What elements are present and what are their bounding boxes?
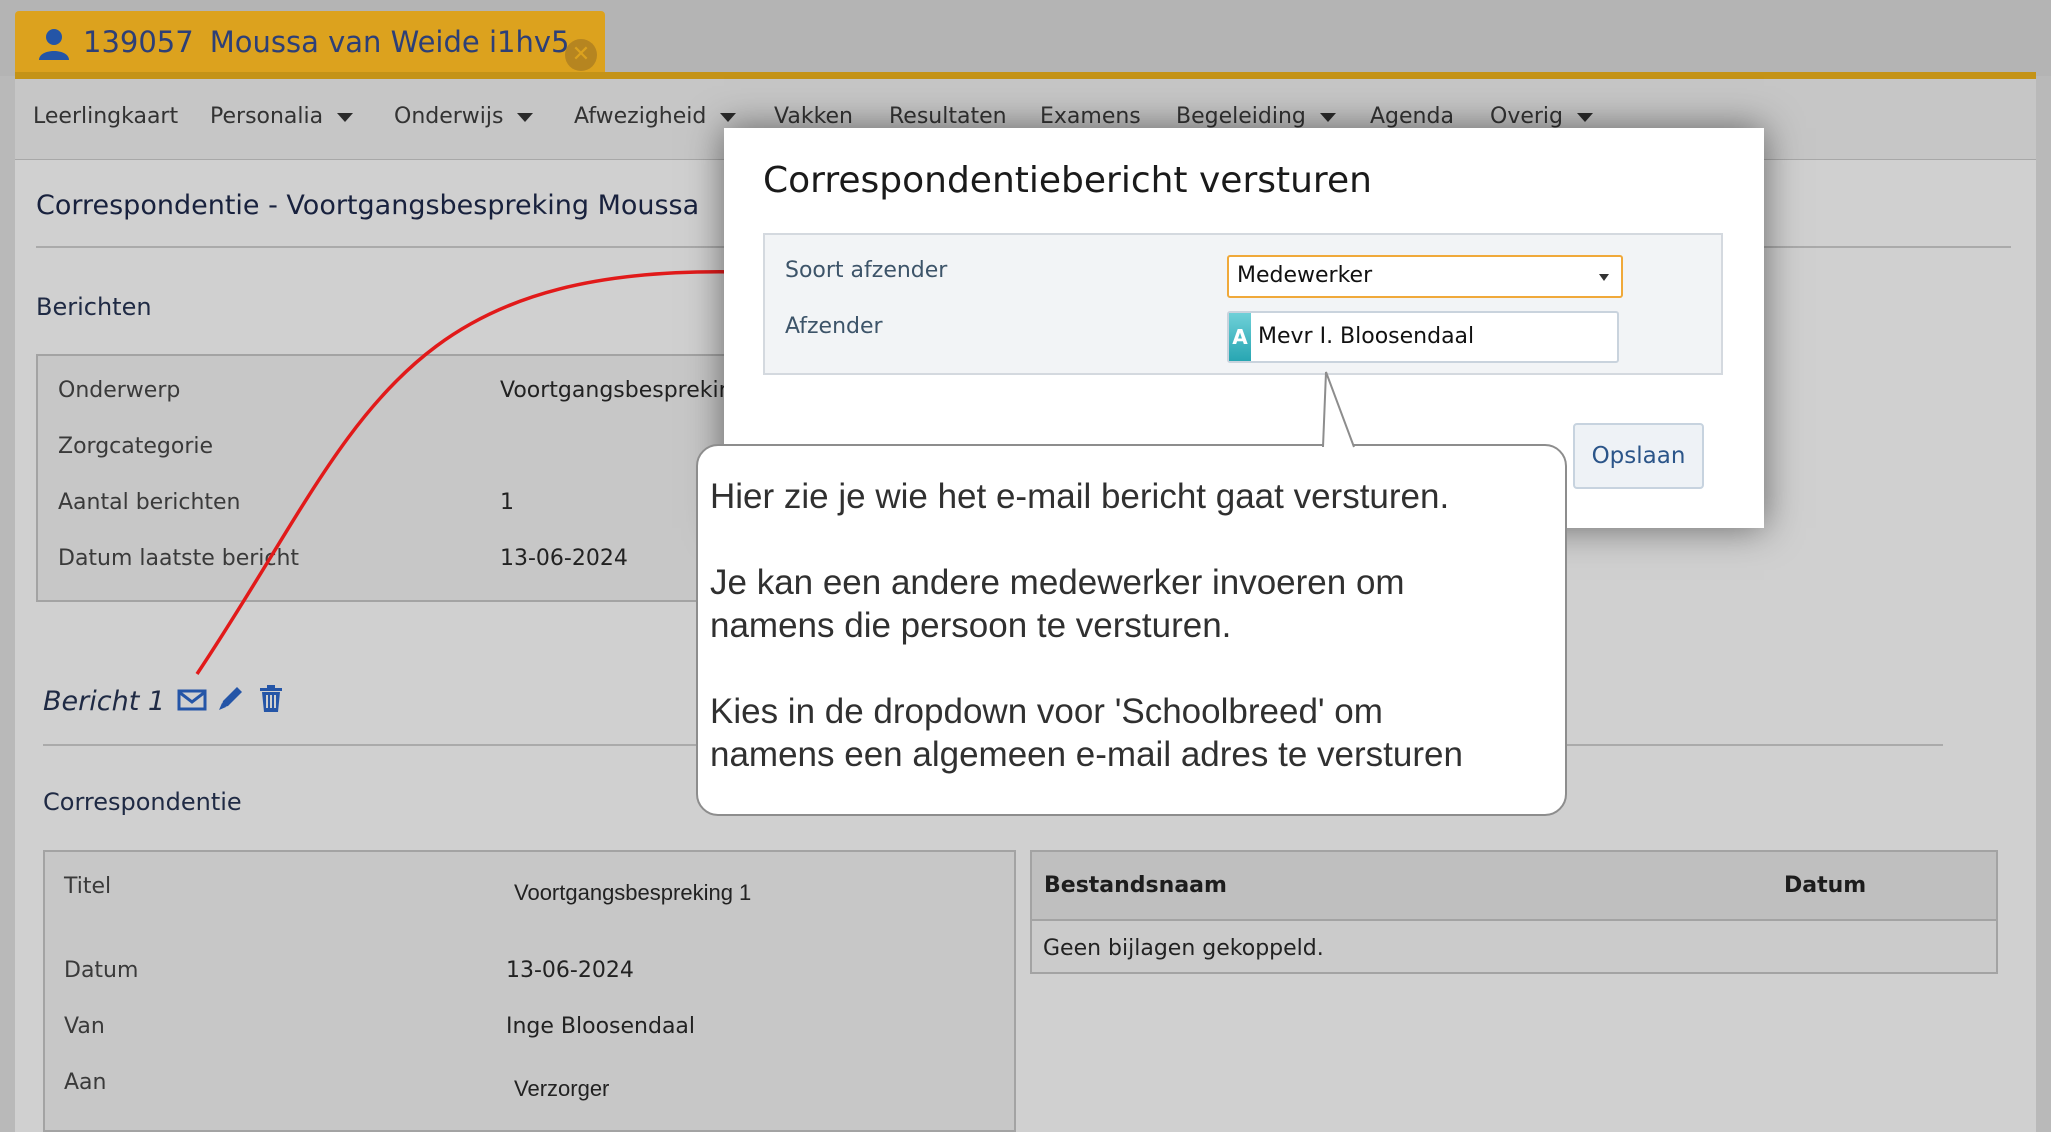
callout-line-1: Hier zie je wie het e-mail bericht gaat … [710, 477, 1450, 516]
callout-line-5: namens een algemeen e-mail adres te vers… [710, 735, 1463, 774]
callout-line-4: Kies in de dropdown voor 'Schoolbreed' o… [710, 692, 1383, 731]
callout-line-3: namens die persoon te versturen. [710, 606, 1232, 645]
callout-line-2: Je kan een andere medewerker invoeren om [710, 563, 1405, 602]
